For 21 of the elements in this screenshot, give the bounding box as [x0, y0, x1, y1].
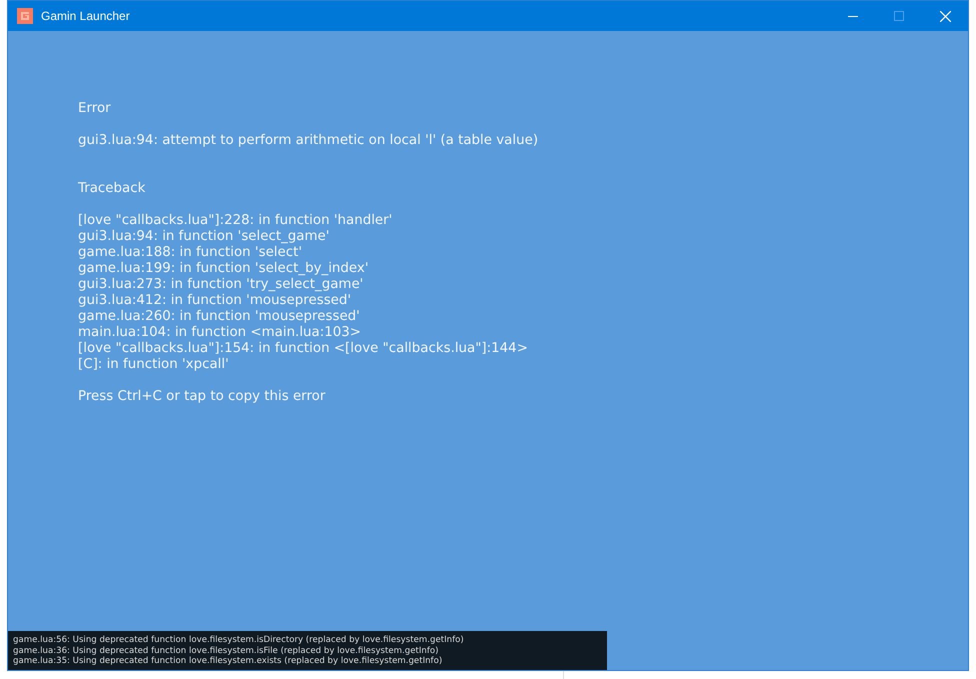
- traceback-line: gui3.lua:94: in function 'select_game': [78, 229, 330, 245]
- maximize-icon: [894, 11, 904, 21]
- traceback-line: [C]: in function 'xpcall': [78, 357, 230, 373]
- traceback-line: game.lua:260: in function 'mousepressed': [78, 309, 361, 325]
- traceback-heading: Traceback: [78, 181, 146, 197]
- error-message: gui3.lua:94: attempt to perform arithmetic on local 'l' (a table value): [78, 133, 540, 149]
- traceback-line: game.lua:199: in function 'select_by_index': [78, 261, 370, 277]
- error-heading: Error: [78, 101, 112, 117]
- close-icon: [940, 10, 950, 22]
- traceback-line: [love "callbacks.lua"]:154: in function <[love "callbacks.lua"]:144>: [78, 341, 529, 357]
- traceback-line: main.lua:104: in function <main.lua:103>: [78, 325, 362, 341]
- console-line: game.lua:35: Using deprecated function love.filesystem.exists (replaced by love.filesystem.getInfo): [13, 656, 444, 666]
- copy-hint: Press Ctrl+C or tap to copy this error: [78, 389, 326, 405]
- console-line: game.lua:36: Using deprecated function love.filesystem.isFile (replaced by love.filesystem.getInfo): [13, 646, 440, 656]
- app-icon: [17, 8, 33, 24]
- traceback-line: [love "callbacks.lua"]:228: in function 'handler': [78, 213, 394, 229]
- traceback-line: gui3.lua:273: in function 'try_select_game': [78, 277, 364, 293]
- console-line: game.lua:56: Using deprecated function love.filesystem.isDirectory (replaced by love.filesystem.getInfo): [13, 635, 465, 646]
- traceback-line: gui3.lua:412: in function 'mousepressed': [78, 293, 352, 309]
- traceback-line: game.lua:188: in function 'select': [78, 245, 304, 261]
- window-title: Gamin Launcher: [41, 9, 131, 23]
